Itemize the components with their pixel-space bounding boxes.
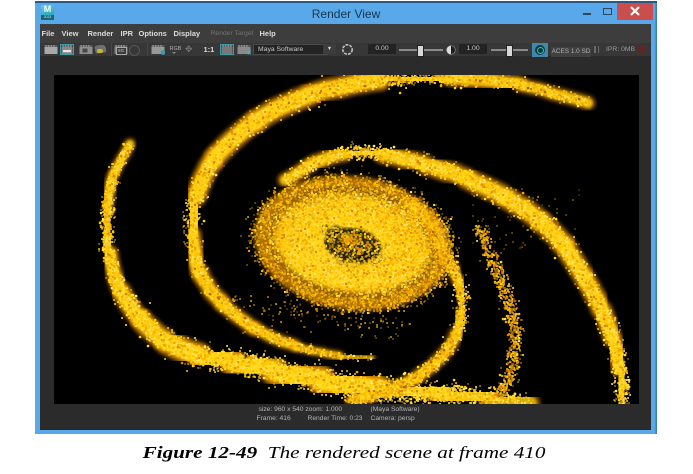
svg-text:x: x (247, 50, 250, 56)
